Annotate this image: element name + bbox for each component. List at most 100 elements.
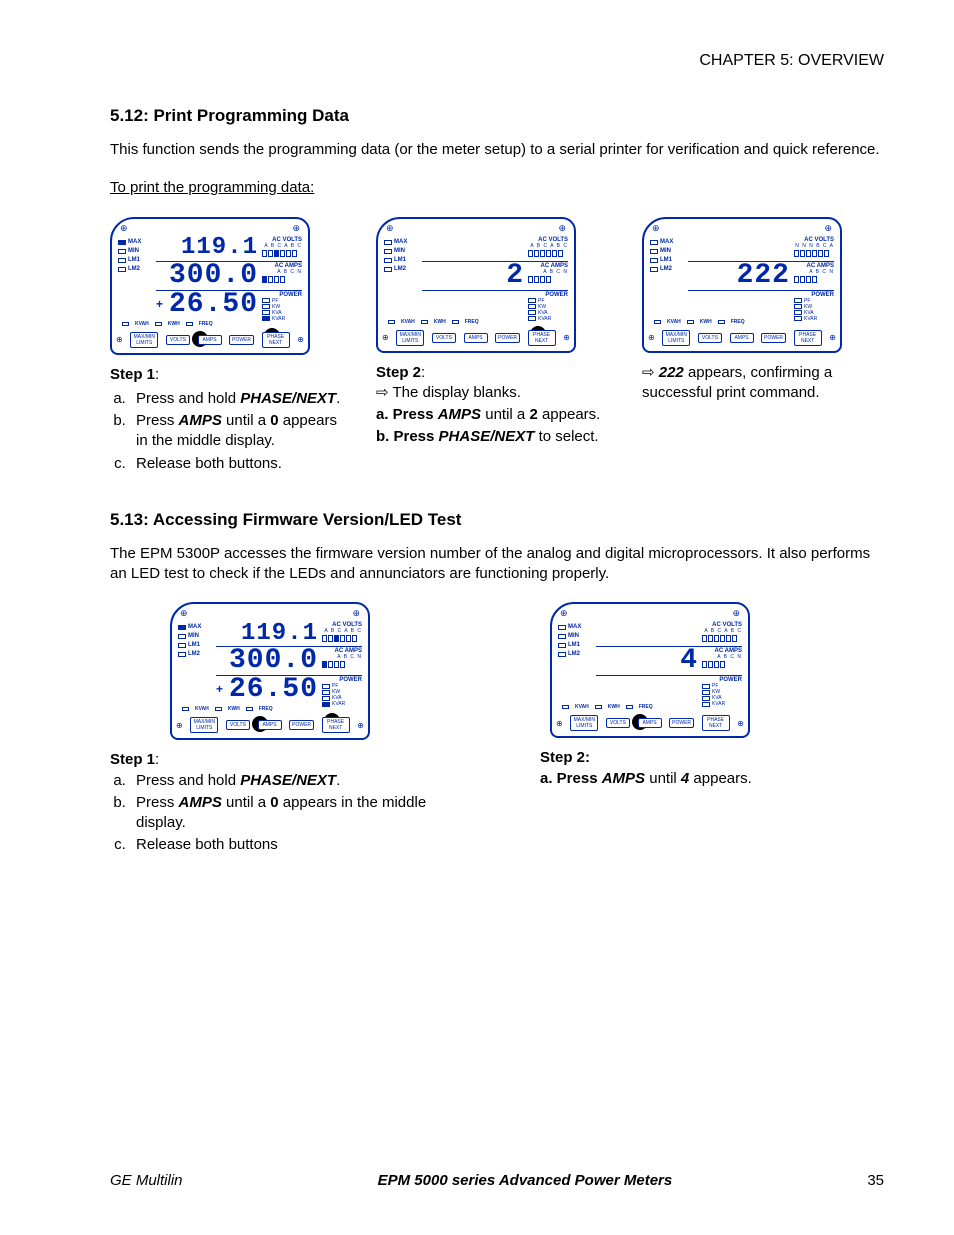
- screw-icon: ⊕: [652, 223, 660, 234]
- fw-step2-text: Step 2: a. Press AMPS until 4 appears.: [540, 748, 880, 789]
- button-volts[interactable]: VOLTS: [698, 333, 722, 343]
- label-kvah: KVAH: [401, 319, 415, 325]
- chapter-header: CHAPTER 5: OVERVIEW: [110, 52, 884, 70]
- button-amps[interactable]: AMPS: [638, 718, 662, 728]
- label-max: MAX: [128, 238, 141, 247]
- label-lm1: LM1: [394, 256, 406, 265]
- page-footer: GE Multilin EPM 5000 series Advanced Pow…: [110, 1172, 884, 1189]
- label-max: MAX: [568, 623, 581, 632]
- plus-indicator: +: [216, 682, 223, 696]
- screw-icon: ⊕: [357, 721, 364, 730]
- fw-step1-text: Step 1: Press and hold PHASE/NEXT. Press…: [110, 750, 470, 855]
- section-5-12-title: 5.12: Print Programming Data: [110, 106, 884, 126]
- button-amps[interactable]: AMPS: [464, 333, 488, 343]
- section-5-12-subhead: To print the programming data:: [110, 178, 884, 198]
- label-freq: FREQ: [259, 706, 273, 712]
- meter-fw-step1: ⊕⊕ MAX MIN LM1 LM2 119.1 AC VOLTS A B C …: [170, 602, 370, 740]
- label-kwh: KWH: [608, 704, 620, 710]
- screw-icon: ⊕: [648, 333, 655, 342]
- label-min: MIN: [394, 247, 405, 256]
- button-volts[interactable]: VOLTS: [606, 718, 630, 728]
- display-amps: 300.0: [169, 262, 258, 290]
- button-maxmin-limits[interactable]: MAX/MINLIMITS: [130, 332, 158, 348]
- button-maxmin-limits[interactable]: MAX/MINLIMITS: [190, 717, 218, 733]
- label-kvar: KVAR: [804, 316, 817, 322]
- button-volts[interactable]: VOLTS: [166, 335, 190, 345]
- label-abcn: A B C N: [322, 654, 362, 660]
- screw-icon: ⊕: [563, 333, 570, 342]
- label-max: MAX: [660, 238, 673, 247]
- label-min: MIN: [128, 247, 139, 256]
- footer-left: GE Multilin: [110, 1172, 183, 1189]
- label-kvar: KVAR: [538, 316, 551, 322]
- label-kvar: KVAR: [712, 701, 725, 707]
- label-abcn: A B C N: [702, 654, 742, 660]
- label-nnnbca: N N N B C A: [794, 243, 834, 249]
- button-power[interactable]: POWER: [289, 720, 314, 730]
- button-maxmin-limits[interactable]: MAX/MINLIMITS: [570, 715, 598, 731]
- label-abcn: A B C N: [528, 269, 568, 275]
- label-kwh: KWH: [228, 706, 240, 712]
- label-lm1: LM1: [128, 256, 140, 265]
- label-abc: A B C A B C: [322, 628, 362, 634]
- label-lm2: LM2: [394, 265, 406, 274]
- button-power[interactable]: POWER: [669, 718, 694, 728]
- label-kwh: KWH: [700, 319, 712, 325]
- screw-icon: ⊕: [560, 608, 568, 619]
- section-5-13-intro: The EPM 5300P accesses the firmware vers…: [110, 544, 884, 585]
- label-freq: FREQ: [731, 319, 745, 325]
- meter-step1: ⊕⊕ MAX MIN LM1 LM2 119.1 AC VOLTS A B C …: [110, 217, 310, 355]
- button-phase-next[interactable]: PHASENEXT: [702, 715, 730, 731]
- button-power[interactable]: POWER: [229, 335, 254, 345]
- meter-row-2: ⊕⊕ MAX MIN LM1 LM2 119.1 AC VOLTS A B C …: [110, 602, 884, 861]
- label-abcn: A B C N: [262, 269, 302, 275]
- label-max: MAX: [188, 623, 201, 632]
- label-lm2: LM2: [568, 650, 580, 659]
- screw-icon: ⊕: [829, 333, 836, 342]
- label-kwh: KWH: [168, 321, 180, 327]
- label-freq: FREQ: [639, 704, 653, 710]
- screw-icon: ⊕: [116, 335, 123, 344]
- button-maxmin-limits[interactable]: MAX/MINLIMITS: [396, 330, 424, 346]
- step3-text: ⇨ 222 appears, confirming a successful p…: [642, 363, 884, 404]
- button-phase-next[interactable]: PHASENEXT: [322, 717, 350, 733]
- label-min: MIN: [568, 632, 579, 641]
- plus-indicator: +: [156, 297, 163, 311]
- label-kvar: KVAR: [272, 316, 285, 322]
- screw-icon: ⊕: [382, 333, 389, 342]
- display-power: 26.50: [229, 676, 318, 704]
- display-volts: 119.1: [241, 622, 318, 646]
- button-power[interactable]: POWER: [495, 333, 520, 343]
- button-amps[interactable]: AMPS: [198, 335, 222, 345]
- display-volts: 119.1: [181, 236, 258, 260]
- button-power[interactable]: POWER: [761, 333, 786, 343]
- button-maxmin-limits[interactable]: MAX/MINLIMITS: [662, 330, 690, 346]
- button-amps[interactable]: AMPS: [730, 333, 754, 343]
- screw-icon: ⊕: [824, 223, 832, 234]
- label-lm2: LM2: [660, 265, 672, 274]
- meter-fw-step2: ⊕⊕ MAX MIN LM1 LM2 AC VOLTS A B C A B C …: [550, 602, 750, 738]
- label-kwh: KWH: [434, 319, 446, 325]
- display-power: 26.50: [169, 291, 258, 319]
- label-lm2: LM2: [128, 265, 140, 274]
- label-kvah: KVAH: [667, 319, 681, 325]
- button-volts[interactable]: VOLTS: [226, 720, 250, 730]
- label-kvar: KVAR: [332, 701, 345, 707]
- screw-icon: ⊕: [737, 719, 744, 728]
- screw-icon: ⊕: [292, 223, 300, 234]
- label-min: MIN: [188, 632, 199, 641]
- label-min: MIN: [660, 247, 671, 256]
- button-amps[interactable]: AMPS: [258, 720, 282, 730]
- section-5-12-intro: This function sends the programming data…: [110, 140, 884, 160]
- button-phase-next[interactable]: PHASENEXT: [528, 330, 556, 346]
- display-amps: 222: [737, 262, 790, 290]
- screw-icon: ⊕: [297, 335, 304, 344]
- label-lm2: LM2: [188, 650, 200, 659]
- button-phase-next[interactable]: PHASENEXT: [794, 330, 822, 346]
- button-phase-next[interactable]: PHASENEXT: [262, 332, 290, 348]
- meter-step2: ⊕⊕ MAX MIN LM1 LM2 AC VOLTS A B C A B C …: [376, 217, 576, 353]
- label-lm1: LM1: [660, 256, 672, 265]
- button-volts[interactable]: VOLTS: [432, 333, 456, 343]
- step1-text: Step 1: Press and hold PHASE/NEXT. Press…: [110, 365, 352, 474]
- step2-text: Step 2:⇨ The display blanks. a. Press AM…: [376, 363, 618, 448]
